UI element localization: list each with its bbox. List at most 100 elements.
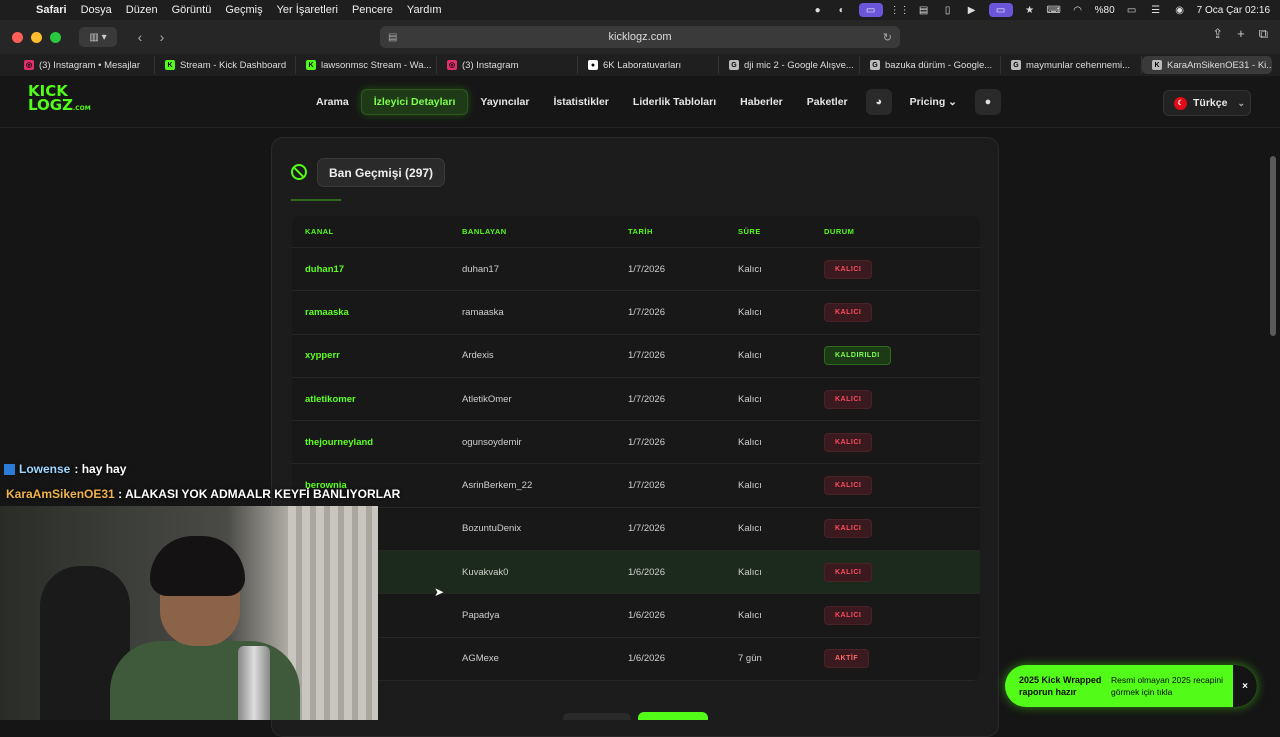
tab-favicon-icon: ● xyxy=(588,60,598,70)
url-text: kicklogz.com xyxy=(608,31,672,43)
menubar-clock[interactable]: 7 Oca Çar 02:16 xyxy=(1197,5,1270,16)
zoom-window-button[interactable] xyxy=(50,31,61,43)
browser-tab[interactable]: Klawsonmsc Stream - Wa... xyxy=(296,56,437,74)
star-icon[interactable]: ★ xyxy=(1023,4,1037,16)
nav-izleyici-detaylari[interactable]: İzleyici Detayları xyxy=(360,89,469,115)
channel-link[interactable]: ramaaska xyxy=(292,307,462,318)
close-window-button[interactable] xyxy=(12,31,23,43)
kicklogz-logo[interactable]: KICK LOGZ.COM xyxy=(28,84,91,120)
chat-text: : ALAKASI YOK ADMAALR KEYFİ BANLIYORLAR xyxy=(118,487,401,501)
menu-pencere[interactable]: Pencere xyxy=(352,4,393,16)
nav-paketler[interactable]: Paketler xyxy=(795,89,860,115)
pagination-current[interactable] xyxy=(638,712,708,720)
play-icon[interactable]: ▶ xyxy=(965,4,979,16)
status-cell: KALICI xyxy=(824,519,974,539)
forward-button[interactable]: › xyxy=(151,26,173,48)
dashboard-icon[interactable]: ◐ xyxy=(835,4,849,16)
reload-icon[interactable]: ↻ xyxy=(883,31,892,44)
channel-link[interactable]: duhan17 xyxy=(292,264,462,275)
status-cell: KALICI xyxy=(824,606,974,626)
minimize-window-button[interactable] xyxy=(31,31,42,43)
table-row[interactable]: BozuntuDenix 1/7/2026 Kalıcı KALICI xyxy=(292,508,980,552)
nav-haberler[interactable]: Haberler xyxy=(728,89,795,115)
clipboard-icon[interactable]: ▯ xyxy=(941,4,955,16)
address-bar[interactable]: ▤ kicklogz.com ↻ xyxy=(380,26,900,48)
new-tab-icon[interactable]: + xyxy=(1237,26,1245,42)
toast-title: 2025 Kick Wrapped raporun hazır xyxy=(1019,675,1102,697)
chevron-down-icon: ⌄ xyxy=(1237,97,1245,108)
browser-tab[interactable]: Gbazuka dürüm - Google... xyxy=(860,56,1001,74)
discord-icon[interactable]: ◕ xyxy=(865,89,892,115)
tab-label: 6K Laboratuvarları xyxy=(603,59,682,71)
display-icon[interactable]: ▭ xyxy=(988,3,1013,17)
browser-tab[interactable]: K KaraAmSikenOE31 - Ki... xyxy=(1142,56,1272,74)
browser-tab[interactable]: ● 6K Laboratuvarları xyxy=(578,56,719,74)
record-icon[interactable]: ● xyxy=(811,4,825,16)
browser-tab[interactable]: ◎ (3) Instagram xyxy=(437,56,578,74)
menu-yardim[interactable]: Yardım xyxy=(407,4,442,16)
grid-icon[interactable]: ⋮⋮ xyxy=(890,4,910,16)
table-row[interactable]: AGMexe 1/6/2026 7 gün AKTİF xyxy=(292,638,980,681)
turkey-flag-icon: ☾ xyxy=(1174,96,1187,110)
browser-tab[interactable]: ◎ (3) Instagram • Mesajlar xyxy=(14,56,155,74)
battery-icon[interactable]: ▭ xyxy=(1125,4,1139,16)
close-icon[interactable]: × xyxy=(1233,665,1257,707)
nav-liderlik-tablolari[interactable]: Liderlik Tabloları xyxy=(621,89,728,115)
wifi-icon[interactable]: ◠ xyxy=(1071,4,1085,16)
duration-cell: Kalıcı xyxy=(738,350,762,362)
status-badge: KALICI xyxy=(824,519,873,539)
ban-history-table: KANAL BANLAYAN TARİH SÜRE DURUM duhan17 d… xyxy=(292,216,980,681)
user-account-icon[interactable]: ● xyxy=(974,89,1001,115)
table-row[interactable]: Papadya 1/6/2026 Kalıcı KALICI xyxy=(292,594,980,638)
table-row[interactable]: xypperr Ardexis 1/7/2026 Kalıcı KALDIRILDI xyxy=(292,335,980,378)
webcam-overlay xyxy=(0,506,378,720)
chat-icon[interactable]: ▤ xyxy=(917,4,931,16)
browser-tab[interactable]: K Stream - Kick Dashboard xyxy=(155,56,296,74)
menu-safari[interactable]: Safari xyxy=(36,4,67,16)
browser-tab[interactable]: Gmaymunlar cehennemi... xyxy=(1001,56,1142,74)
page-scrollbar[interactable] xyxy=(1270,156,1276,336)
menu-goruntu[interactable]: Görüntü xyxy=(172,4,212,16)
status-cell: KALICI xyxy=(824,302,974,322)
status-badge: AKTİF xyxy=(824,649,870,669)
tab-favicon-icon: ◎ xyxy=(24,60,34,70)
table-row[interactable]: ramaaska ramaaska 1/7/2026 Kalıcı KALICI xyxy=(292,291,980,335)
page-settings-icon[interactable]: ▤ xyxy=(388,32,397,43)
menu-yer-isaretleri[interactable]: Yer İşaretleri xyxy=(277,4,338,16)
channel-link[interactable]: thejourneyland xyxy=(292,437,462,448)
table-header: KANAL BANLAYAN TARİH SÜRE DURUM xyxy=(292,216,980,248)
ban-history-title[interactable]: Ban Geçmişi (297) xyxy=(317,158,446,187)
tab-overview-icon[interactable]: ⧉ xyxy=(1259,26,1268,42)
channel-link[interactable]: xypperr xyxy=(292,350,462,361)
table-row[interactable]: atletikomer AtletikOmer 1/7/2026 Kalıcı KALI… xyxy=(292,378,980,422)
logo-com: .COM xyxy=(72,105,91,112)
mouse-cursor-icon: ➤ xyxy=(434,585,445,599)
sidebar-toggle-button[interactable]: ▥ ▾ xyxy=(79,27,117,47)
channel-link[interactable]: atletikomer xyxy=(292,394,462,405)
table-row[interactable]: duhan17 duhan17 1/7/2026 Kalıcı KALICI xyxy=(292,248,980,292)
status-cell: KALICI xyxy=(824,562,974,582)
control-center-icon[interactable]: ☰ xyxy=(1149,4,1163,16)
menubar-status-area: ● ◐ ▭ ⋮⋮ ▤ ▯ ▶ ▭ ★ ⌨ ◠ %80 ▭ ☰ ◉ 7 Oca Ç… xyxy=(811,0,1270,20)
nav-yayincilar[interactable]: Yayıncılar xyxy=(468,89,541,115)
nav-pricing[interactable]: Pricing ⌄ xyxy=(898,89,969,115)
screen-share-icon[interactable]: ▭ xyxy=(858,3,883,17)
menu-duzen[interactable]: Düzen xyxy=(126,4,158,16)
keyboard-icon[interactable]: ⌨ xyxy=(1046,4,1060,16)
profile-icon[interactable]: ◉ xyxy=(1173,4,1187,16)
table-row[interactable]: thejourneyland ogunsoydemir 1/7/2026 Kalıcı… xyxy=(292,421,980,465)
ban-icon xyxy=(291,164,307,180)
wrapped-toast[interactable]: 2025 Kick Wrapped raporun hazır Resmi ol… xyxy=(1005,665,1257,707)
pagination-prev[interactable] xyxy=(563,713,631,720)
pricing-label: Pricing xyxy=(909,96,946,108)
share-icon[interactable]: ⇪ xyxy=(1212,26,1223,42)
browser-tab[interactable]: Gdji mic 2 - Google Alışve... xyxy=(719,56,860,74)
banned-by-cell: BozuntuDenix xyxy=(462,523,522,535)
nav-arama[interactable]: Arama xyxy=(304,89,361,115)
language-selector[interactable]: ☾ Türkçe ⌄ xyxy=(1163,90,1251,116)
menu-gecmis[interactable]: Geçmiş xyxy=(225,4,262,16)
back-button[interactable]: ‹ xyxy=(129,26,151,48)
nav-istatistikler[interactable]: İstatistikler xyxy=(541,89,620,115)
menu-dosya[interactable]: Dosya xyxy=(81,4,112,16)
table-row[interactable]: Kuvakvak0 1/6/2026 Kalıcı KALICI xyxy=(292,551,980,595)
